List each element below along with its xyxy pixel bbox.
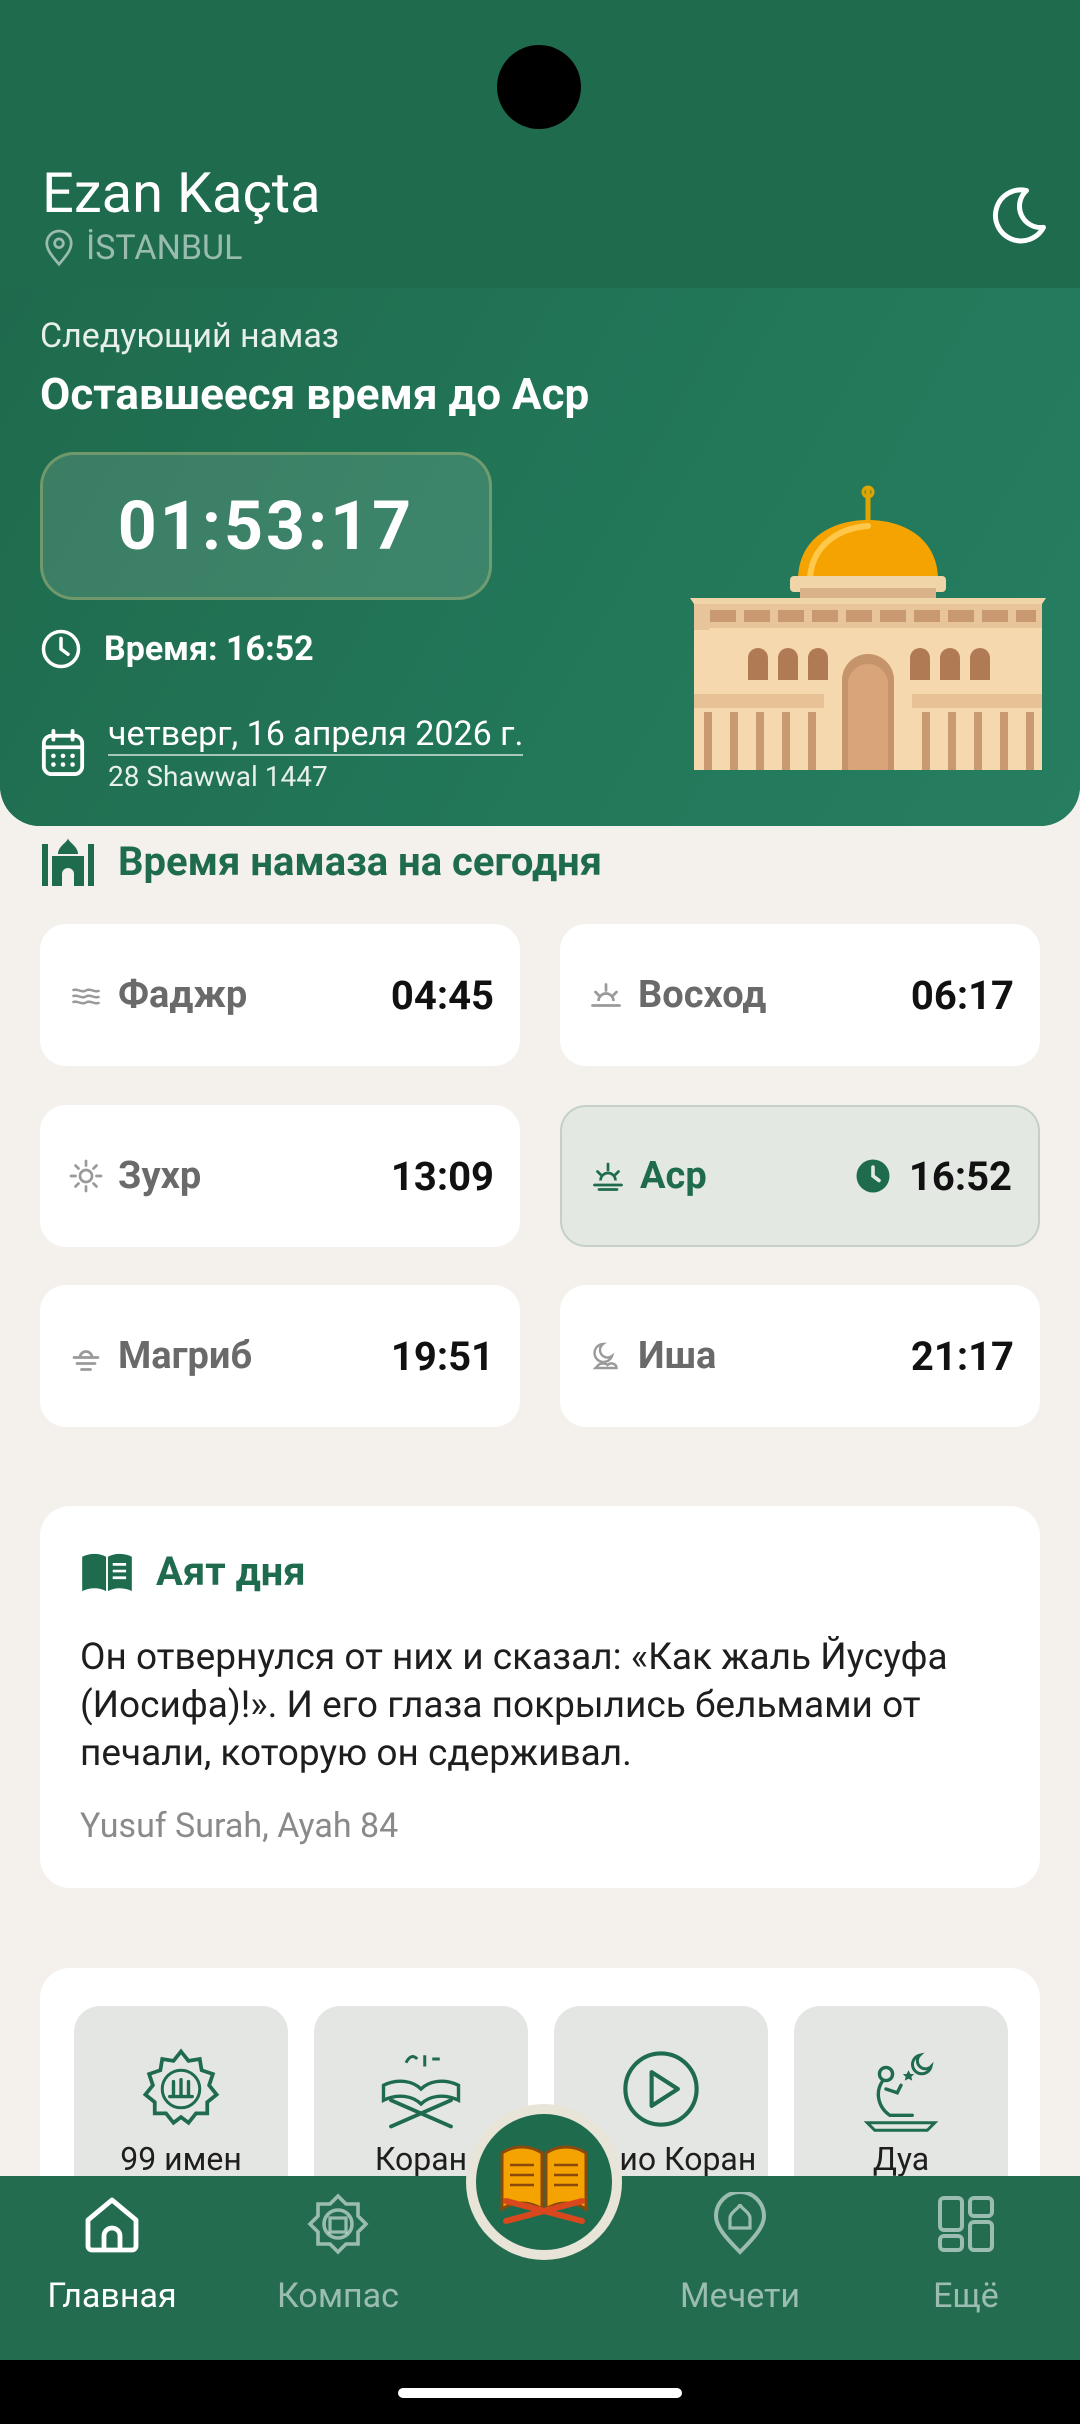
prayer-time: 04:45 bbox=[390, 971, 494, 1019]
prayer-card-sunrise[interactable]: Восход 06:17 bbox=[560, 924, 1040, 1066]
prayer-card-isha[interactable]: Иша 21:17 bbox=[560, 1285, 1040, 1427]
play-icon bbox=[623, 2051, 699, 2127]
nav-home-label: Главная bbox=[47, 2276, 177, 2316]
prayer-name: Магриб bbox=[118, 1334, 253, 1378]
ayah-heading: Аят дня bbox=[80, 1548, 306, 1595]
mosque-icon bbox=[42, 838, 94, 886]
prayer-time-row: Время: 16:52 bbox=[40, 628, 314, 670]
nav-compass-label: Компас bbox=[277, 2276, 399, 2316]
prayer-time: 21:17 bbox=[910, 1332, 1014, 1380]
night-icon bbox=[592, 1342, 618, 1370]
dashboard-icon bbox=[938, 2196, 994, 2252]
location-text: İSTANBUL bbox=[86, 228, 243, 268]
feature-label: Коран bbox=[374, 2140, 468, 2178]
sunset-icon bbox=[72, 1350, 100, 1371]
ayah-text: Он отвернулся от них и сказал: «Как жаль… bbox=[80, 1636, 948, 1775]
feature-label: 99 имен bbox=[120, 2140, 242, 2178]
open-book-icon bbox=[500, 2145, 588, 2224]
hijri-date: 28 Shawwal 1447 bbox=[108, 760, 328, 793]
home-indicator[interactable] bbox=[398, 2388, 682, 2398]
feature-label: Дуа bbox=[872, 2140, 930, 2178]
mosque-illustration bbox=[690, 485, 1046, 770]
mosque-pin-icon bbox=[713, 2192, 767, 2255]
clock-icon bbox=[41, 629, 81, 669]
prayer-time: 19:51 bbox=[390, 1332, 494, 1380]
nav-compass[interactable]: Компас bbox=[238, 2192, 438, 2316]
dua-icon bbox=[863, 2052, 939, 2132]
next-prayer-label: Следующий намаз bbox=[40, 316, 340, 356]
countdown-timer: 01:53:17 bbox=[40, 452, 492, 600]
sun-icon bbox=[69, 1159, 103, 1193]
prayer-name: Аср bbox=[640, 1154, 707, 1198]
fajr-icon bbox=[71, 988, 101, 1005]
prayer-card-asr[interactable]: Аср 16:52 bbox=[560, 1105, 1040, 1247]
nav-mosques[interactable]: Мечети bbox=[640, 2192, 840, 2316]
asr-icon bbox=[593, 1162, 623, 1191]
prayer-card-maghrib[interactable]: Магриб 19:51 bbox=[40, 1285, 520, 1427]
moon-icon[interactable] bbox=[984, 182, 1052, 250]
prayer-card-dhuhr[interactable]: Зухр 13:09 bbox=[40, 1105, 520, 1247]
prayer-time: 06:17 bbox=[910, 971, 1014, 1019]
nav-home[interactable]: Главная bbox=[12, 2192, 212, 2316]
prayer-time: 16:52 bbox=[908, 1152, 1012, 1200]
home-icon bbox=[85, 2197, 139, 2253]
prayer-name: Зухр bbox=[118, 1154, 202, 1198]
calendar-icon bbox=[41, 729, 85, 777]
remaining-title: Оставшееся время до Аср bbox=[40, 368, 590, 420]
quran-stand-icon bbox=[381, 2055, 461, 2129]
app-title: Ezan Kaçta bbox=[42, 160, 321, 226]
nav-more-label: Ещё bbox=[933, 2276, 999, 2316]
today-prayers-heading: Время намаза на сегодня bbox=[40, 836, 602, 886]
prayer-name: Восход bbox=[638, 973, 767, 1017]
location-label[interactable]: İSTANBUL bbox=[42, 228, 242, 268]
today-heading-text: Время намаза на сегодня bbox=[118, 837, 603, 885]
prayer-time: 13:09 bbox=[390, 1152, 494, 1200]
compass-icon bbox=[307, 2193, 369, 2255]
gregorian-date[interactable]: четверг, 16 апреля 2026 г. bbox=[108, 714, 524, 756]
prayer-card-fajr[interactable]: Фаджр 04:45 bbox=[40, 924, 520, 1066]
allah-name-icon bbox=[142, 2048, 220, 2126]
active-clock-icon bbox=[856, 1159, 890, 1193]
ayah-of-day-card[interactable]: Аят дня Он отвернулся от них и сказал: «… bbox=[40, 1506, 1040, 1888]
prayer-name: Иша bbox=[638, 1334, 717, 1378]
ayah-reference: Yusuf Surah, Ayah 84 bbox=[80, 1806, 399, 1846]
sunrise-icon bbox=[591, 983, 621, 1007]
date-row[interactable]: четверг, 16 апреля 2026 г. 28 Shawwal 14… bbox=[40, 714, 524, 793]
nav-more[interactable]: Ещё bbox=[866, 2192, 1066, 2316]
book-icon bbox=[82, 1553, 132, 1591]
ayah-heading-text: Аят дня bbox=[156, 1548, 306, 1595]
location-pin-icon bbox=[45, 229, 73, 267]
prayer-name: Фаджр bbox=[118, 973, 248, 1017]
camera-cutout bbox=[497, 45, 581, 129]
nav-mosques-label: Мечети bbox=[679, 2276, 801, 2316]
prayer-time-text: Время: 16:52 bbox=[104, 629, 314, 669]
quran-center-button[interactable] bbox=[466, 2104, 622, 2260]
